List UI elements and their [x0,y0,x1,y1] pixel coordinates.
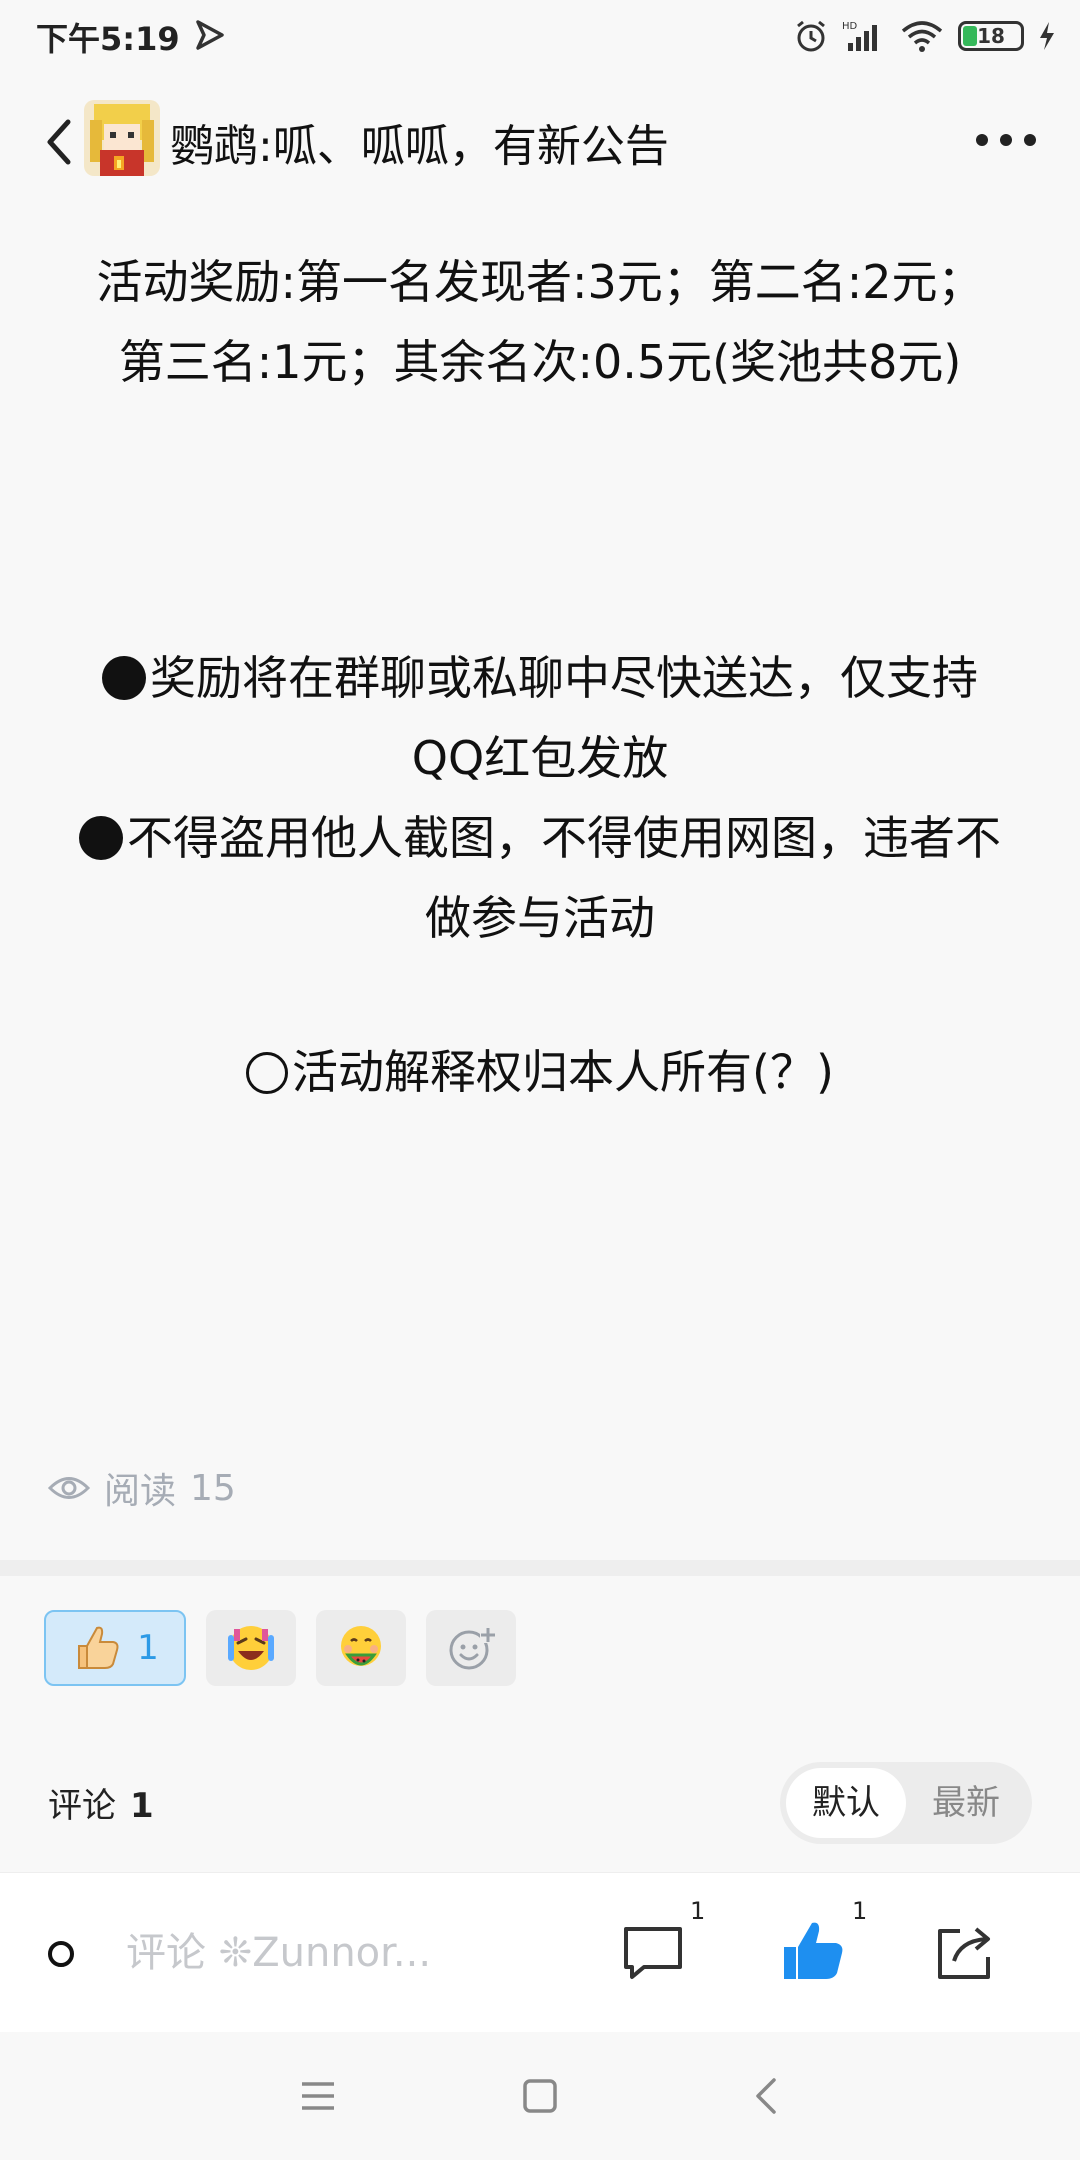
home-icon[interactable] [512,2068,568,2124]
laughing-tears-emoji [228,1626,274,1670]
sort-default-button[interactable]: 默认 [786,1768,906,1838]
hollow-bullet-icon [246,1052,289,1094]
play-icon [196,20,224,50]
battery-icon: 18 [958,21,1024,51]
eye-icon [48,1477,90,1499]
svg-text:HD: HD [842,21,858,32]
reaction-bar: 1 [44,1610,516,1686]
wifi-icon [901,21,943,52]
watermelon-emoji [341,1626,381,1666]
read-count: 阅读 15 [48,1462,236,1514]
add-reaction-icon [449,1627,496,1670]
rule-item: 不得盗用他人截图，不得使用网图，违者不 [40,798,1040,878]
post-reward-text: 活动奖励:第一名发现者:3元；第二名:2元； 第三名:1元；其余名次:0.5元(… [96,255,984,389]
alarm-icon [797,20,825,52]
bottom-action-bar: 1 1 [0,1872,1080,2033]
post-rules: 奖励将在群聊或私聊中尽快送达，仅支持 QQ红包发放 不得盗用他人截图，不得使用网… [40,638,1040,958]
sort-latest-button[interactable]: 最新 [906,1768,1026,1838]
add-reaction-button[interactable] [426,1610,516,1686]
comment-count-badge: 1 [690,1897,706,1925]
status-bar: 下午5:19 HD 18 [0,0,1080,72]
like-count-badge: 1 [852,1897,868,1925]
charging-icon [1040,22,1054,50]
comments-count-label: 评论 1 [48,1786,154,1826]
back-nav-icon[interactable] [740,2068,796,2124]
comment-icon[interactable] [618,1917,688,1987]
menu-icon[interactable] [290,2068,346,2124]
thumbs-up-icon[interactable] [778,1917,848,1987]
page-title: 鹦鹉:呱、呱呱，有新公告 [170,121,669,172]
laughing-reaction-button[interactable] [206,1610,296,1686]
avatar[interactable] [84,100,160,176]
rule-item: 奖励将在群聊或私聊中尽快送达，仅支持 [40,638,1040,718]
comment-input[interactable] [96,1917,536,1989]
chat-header: 鹦鹉:呱、呱呱，有新公告 [0,86,1080,196]
bullet-icon [79,816,123,860]
section-divider [0,1560,1080,1576]
user-dot-icon [48,1941,74,1967]
thumbs-up-emoji [78,1626,119,1669]
status-icons: HD 18 [794,14,1056,58]
more-icon[interactable] [976,134,1036,146]
system-nav-bar [0,2032,1080,2160]
bullet-icon [102,656,146,700]
watermelon-reaction-button[interactable] [316,1610,406,1686]
share-icon[interactable] [930,1917,1000,1987]
post-note: 活动解释权归本人所有(？) [40,1032,1040,1112]
like-reaction-button[interactable]: 1 [44,1610,186,1686]
status-time: 下午5:19 [36,20,180,58]
back-icon[interactable] [40,116,80,168]
comment-sort-toggle: 默认 最新 [780,1762,1032,1844]
hd-signal-icon: HD [842,21,877,51]
